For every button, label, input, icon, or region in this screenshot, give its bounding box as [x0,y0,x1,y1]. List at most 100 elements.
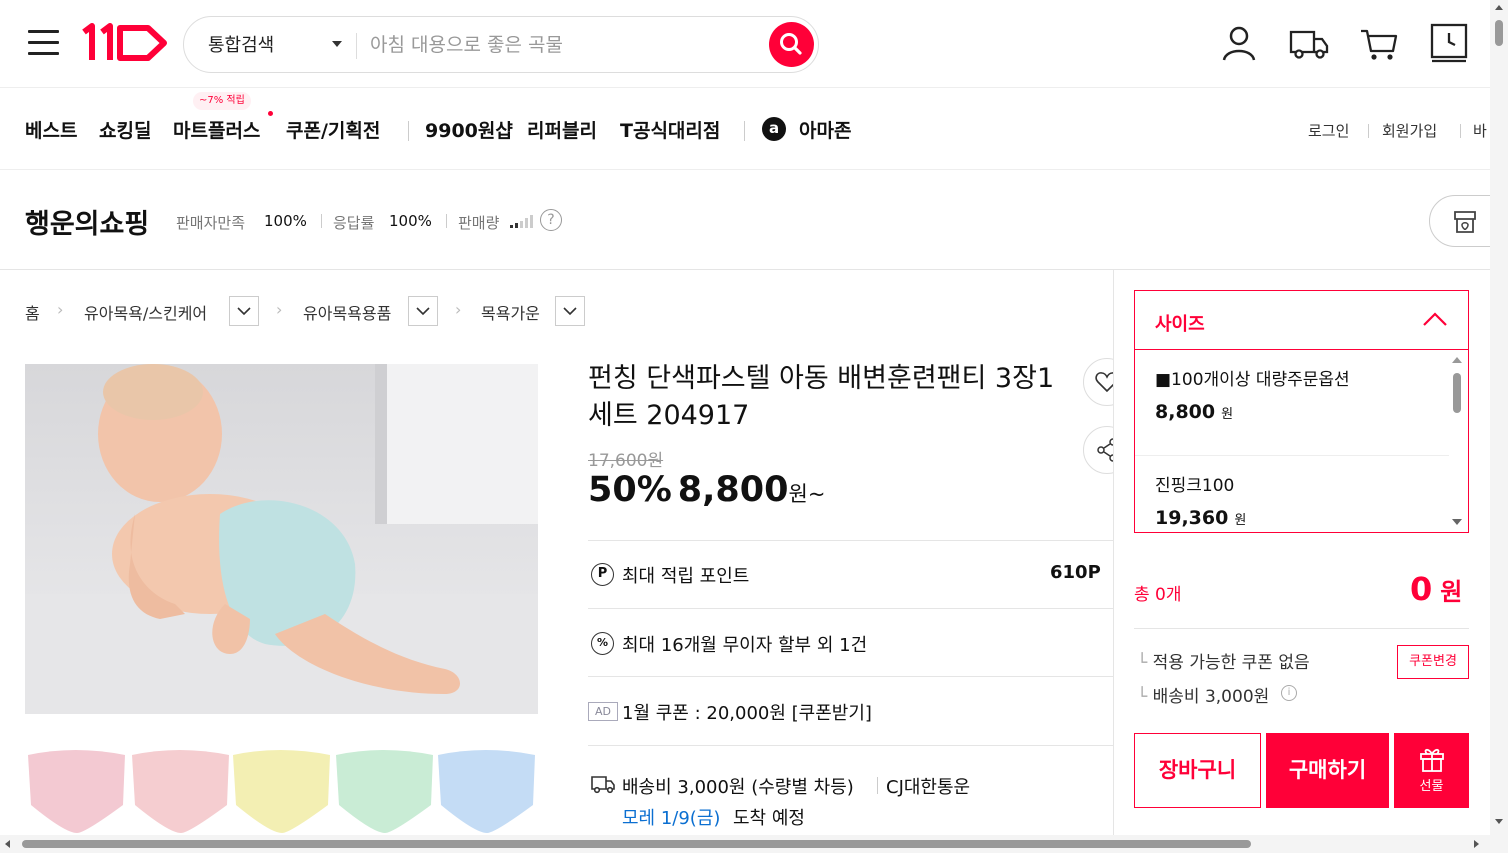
installment-info[interactable]: 최대 16개월 무이자 할부 외 1건 [622,631,867,657]
price-unit: 원~ [788,482,826,506]
product-thumbnail[interactable] [233,750,330,833]
points-value[interactable]: 610P [1050,562,1101,583]
gift-button[interactable]: 선물 [1394,733,1469,808]
product-thumbnail[interactable] [132,750,229,833]
user-icon[interactable] [1218,22,1260,64]
search-divider [356,33,357,59]
shipping-info: 배송비 3,000원 (수량별 차등) [622,777,854,798]
page-scrollbar-horizontal[interactable] [0,835,1490,853]
search-category-select[interactable]: 통합검색 [208,31,274,57]
info-icon[interactable]: i [1281,685,1297,701]
amazon-icon: a [762,117,786,141]
nav-refurbly[interactable]: 리퍼블리 [527,116,597,143]
product-thumbnail[interactable] [438,750,535,833]
option-list: ■100개이상 대량주문옵션 8,800 원 진핑크100 19,360 원 [1135,351,1449,533]
chevron-down-icon [237,307,251,316]
ad-tag: AD [588,702,618,721]
product-title: 펀칭 단색파스텔 아동 배변훈련팬티 3장1세트 204917 [588,363,1055,431]
option-header[interactable]: 사이즈 [1135,291,1468,350]
courier-name: CJ대한통운 [886,777,971,798]
option-scrollbar[interactable] [1449,353,1465,529]
seller-satisfaction-label: 판매자만족 [176,214,246,232]
chevron-down-icon [416,307,430,316]
help-icon[interactable]: ? [540,209,562,231]
nav-amazon[interactable]: 아마존 [799,116,851,143]
coupon-offer[interactable]: 1월 쿠폰 : 20,000원 [쿠폰받기] [622,699,872,725]
nav-mart-plus[interactable]: 마트플러스 [173,116,260,143]
option-item-name[interactable]: 진핑크100 [1155,471,1234,496]
nav-coupon[interactable]: 쿠폰/기획전 [286,116,380,143]
search-icon [780,33,802,55]
breadcrumb-level1-dropdown[interactable] [229,296,259,326]
breadcrumb-level2[interactable]: 유아목욕용품 [303,300,391,324]
breadcrumb-level3-dropdown[interactable] [555,296,585,326]
sale-price: 8,800 [677,470,789,510]
nav-divider [744,121,745,141]
total-price: 0원 [1410,570,1463,608]
breadcrumb-home[interactable]: 홈 [25,300,40,324]
divider [588,676,1113,677]
nav-t-official[interactable]: T공식대리점 [620,116,720,143]
delivery-truck-icon[interactable] [1288,22,1330,64]
seller-response-value: 100% [389,212,432,230]
option-title: 사이즈 [1155,314,1205,335]
sale-price-line: 50% 8,800원~ [588,470,825,510]
page-scrollbar-vertical[interactable] [1490,0,1508,853]
nav-9900-shop[interactable]: 9900원샵 [425,116,513,143]
buy-now-button[interactable]: 구매하기 [1266,733,1389,808]
product-thumbnail[interactable] [28,750,125,833]
option-item-name[interactable]: ■100개이상 대량주문옵션 [1155,365,1350,390]
menu-icon[interactable] [28,30,59,56]
point-icon: P [591,563,614,586]
points-label: 최대 적립 포인트 [622,566,750,587]
search-bar: 통합검색 [183,16,819,73]
gift-icon [1419,748,1444,772]
shopping-cart-icon[interactable] [1358,22,1400,64]
reward-badge: ~7% 적립 [193,92,251,110]
login-link[interactable]: 로그인 [1308,120,1349,141]
chevron-right-icon: › [57,300,64,319]
seller-name[interactable]: 행운의쇼핑 [25,202,149,241]
new-dot [268,111,273,116]
coupon-note: └ 적용 가능한 쿠폰 없음 [1137,653,1310,673]
divider [588,540,1113,541]
chevron-down-icon[interactable] [332,41,342,47]
nav-divider [1368,124,1369,138]
arrival-date: 모레 1/9(금) [622,808,721,829]
original-price: 17,600원 [588,451,664,471]
coupon-change-button[interactable]: 쿠폰변경 [1397,645,1469,679]
search-input[interactable] [370,25,760,65]
site-logo[interactable] [80,22,170,64]
signup-link[interactable]: 회원가입 [1382,120,1437,141]
breadcrumb-level3[interactable]: 목욕가운 [481,300,540,324]
breadcrumb-level1[interactable]: 유아목욕/스킨케어 [84,300,207,324]
chevron-right-icon: › [276,300,283,319]
add-to-cart-button[interactable]: 장바구니 [1134,733,1261,808]
top-bar: 통합검색 [0,0,1490,88]
chevron-up-icon [1423,312,1447,326]
total-quantity: 총 0개 [1134,585,1182,605]
nav-divider [1460,124,1461,138]
product-main-image[interactable] [25,364,538,714]
store-icon [1454,211,1476,233]
gift-label: 선물 [1419,779,1444,794]
search-button[interactable] [769,22,814,67]
sales-level-icon [510,215,533,228]
breadcrumb-level2-dropdown[interactable] [408,296,438,326]
recent-view-icon[interactable] [1428,22,1470,64]
product-thumbnail[interactable] [336,750,433,833]
arrival-suffix: 도착 예정 [733,808,805,829]
seller-sales-label: 판매량 [458,214,500,232]
divider [1134,628,1469,629]
shipping-note: └ 배송비 3,000원 [1137,687,1270,707]
more-link[interactable]: 바 [1473,120,1487,141]
chevron-down-icon [563,307,577,316]
seller-bar: 행운의쇼핑 판매자만족 100% 응답률 100% 판매량 ? [0,170,1508,270]
chevron-right-icon: › [455,300,462,319]
nav-best[interactable]: 베스트 [25,116,77,143]
product-thumbnails [25,745,538,835]
nav-divider [408,121,409,141]
seller-response-label: 응답률 [333,214,375,232]
divider [446,214,447,228]
nav-shocking-deal[interactable]: 쇼킹딜 [99,116,151,143]
